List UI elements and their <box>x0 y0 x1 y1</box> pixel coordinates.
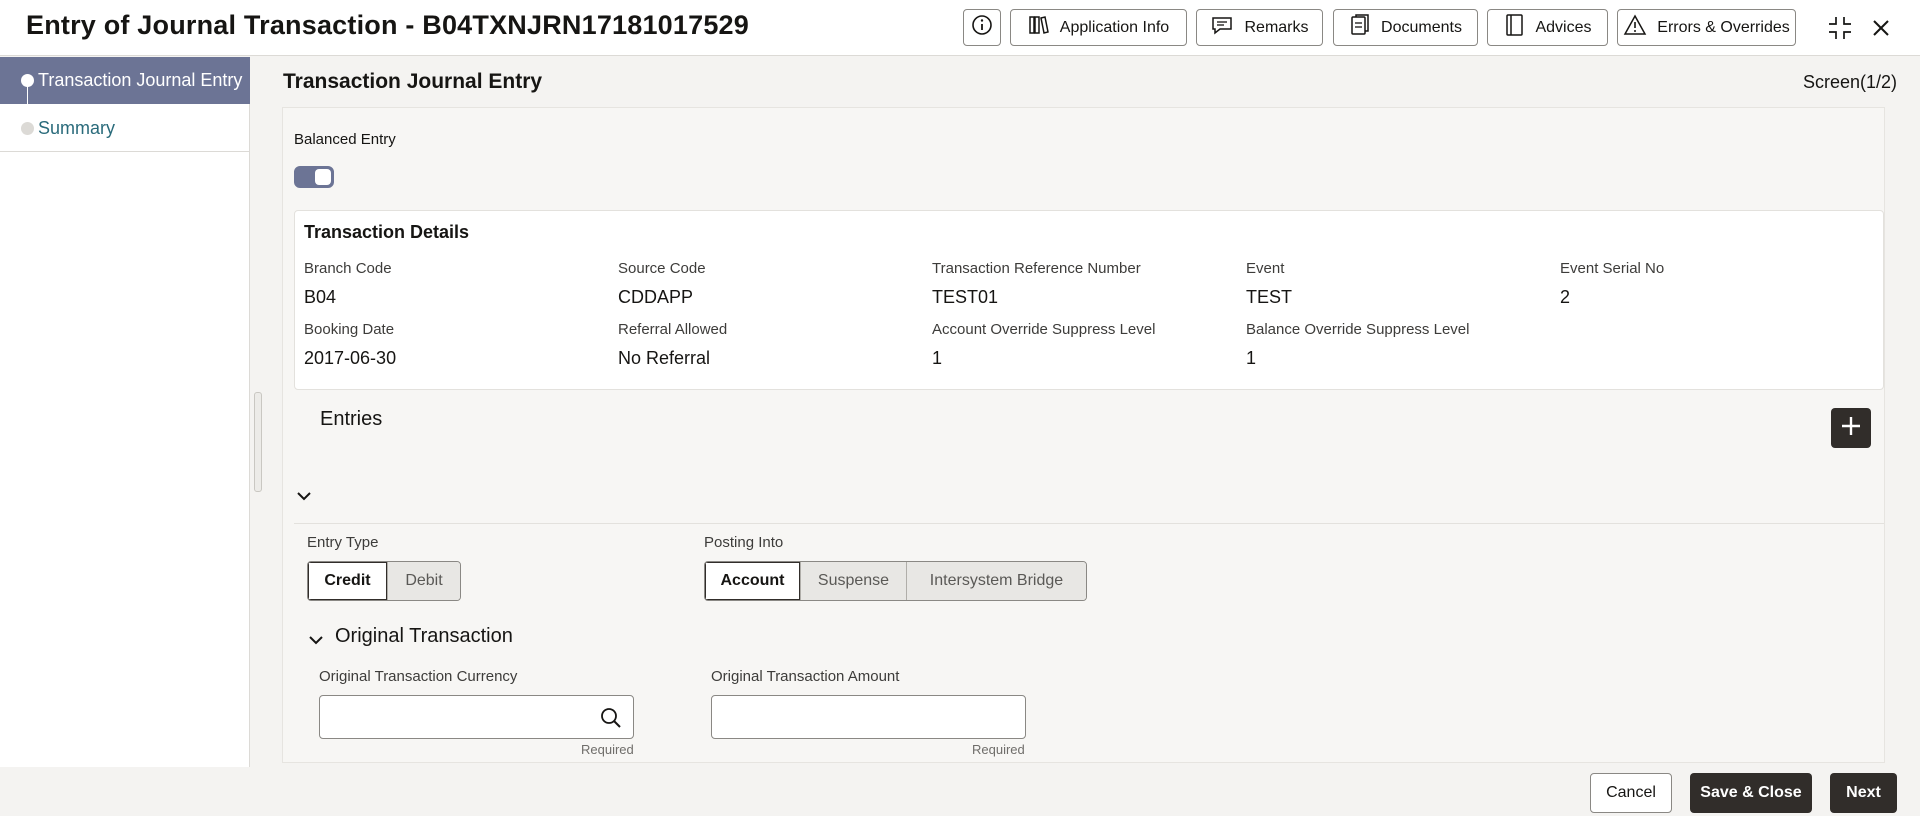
page-header: Entry of Journal Transaction - B04TXNJRN… <box>0 0 1920 56</box>
section-title: Transaction Journal Entry <box>283 70 543 93</box>
entry-divider <box>294 523 1884 524</box>
sidebar-resize-handle[interactable] <box>254 392 262 492</box>
step-transaction-journal-entry[interactable]: Transaction Journal Entry <box>0 57 250 104</box>
cancel-button[interactable]: Cancel <box>1590 773 1672 813</box>
branch-code-label: Branch Code <box>304 260 392 277</box>
original-currency-label: Original Transaction Currency <box>319 668 518 685</box>
chevron-down-icon[interactable] <box>306 630 326 655</box>
advices-icon <box>1503 13 1525 42</box>
event-serial-value: 2 <box>1560 287 1571 307</box>
account-override-value: 1 <box>932 348 943 368</box>
step-summary[interactable]: Summary <box>0 105 250 152</box>
event-value: TEST <box>1246 287 1293 307</box>
original-transaction-title: Original Transaction <box>335 625 513 647</box>
collapse-icon[interactable] <box>1824 12 1856 44</box>
screen-indicator: Screen(1/2) <box>1802 72 1897 92</box>
referral-allowed-label: Referral Allowed <box>618 321 728 338</box>
original-currency-input[interactable] <box>319 695 634 739</box>
currency-required-hint: Required <box>581 742 634 757</box>
posting-into-account[interactable]: Account <box>705 562 800 600</box>
entry-type-selector: Credit Debit <box>307 561 461 601</box>
advices-label: Advices <box>1535 18 1592 36</box>
page-title: Entry of Journal Transaction - B04TXNJRN… <box>26 10 749 40</box>
posting-into-label: Posting Into <box>704 534 784 551</box>
documents-label: Documents <box>1381 18 1462 36</box>
info-button[interactable] <box>963 9 1001 46</box>
book-icon <box>1028 14 1050 41</box>
branch-code-value: B04 <box>304 287 337 307</box>
warning-icon <box>1623 14 1647 41</box>
referral-allowed-value: No Referral <box>618 348 711 368</box>
documents-button[interactable]: Documents <box>1333 9 1478 46</box>
search-icon[interactable] <box>599 706 623 735</box>
balance-override-value: 1 <box>1246 348 1257 368</box>
errors-overrides-label: Errors & Overrides <box>1657 18 1790 36</box>
application-info-label: Application Info <box>1059 18 1170 36</box>
booking-date-label: Booking Date <box>304 321 395 338</box>
transaction-details-title: Transaction Details <box>304 222 470 242</box>
source-code-value: CDDAPP <box>618 287 694 307</box>
entry-type-label: Entry Type <box>307 534 379 551</box>
original-amount-input[interactable] <box>711 695 1026 739</box>
step-pending-dot <box>21 121 34 135</box>
advices-button[interactable]: Advices <box>1487 9 1608 46</box>
balanced-entry-label: Balanced Entry <box>294 131 396 148</box>
main-content-panel <box>282 107 1885 763</box>
next-button[interactable]: Next <box>1830 773 1897 813</box>
application-info-button[interactable]: Application Info <box>1010 9 1187 46</box>
entry-type-credit[interactable]: Credit <box>308 562 387 600</box>
posting-into-selector: Account Suspense Intersystem Bridge <box>704 561 1087 601</box>
plus-icon <box>1839 414 1863 443</box>
chat-icon <box>1210 14 1234 41</box>
posting-into-intersystem-bridge[interactable]: Intersystem Bridge <box>906 562 1086 600</box>
remarks-label: Remarks <box>1244 18 1309 36</box>
save-close-button[interactable]: Save & Close <box>1690 773 1812 813</box>
entries-title: Entries <box>320 408 383 430</box>
posting-into-suspense[interactable]: Suspense <box>800 562 906 600</box>
chevron-down-icon[interactable] <box>294 486 314 511</box>
original-amount-label: Original Transaction Amount <box>711 668 900 685</box>
amount-required-hint: Required <box>972 742 1025 757</box>
source-code-label: Source Code <box>618 260 706 277</box>
remarks-button[interactable]: Remarks <box>1196 9 1323 46</box>
documents-icon <box>1349 13 1371 42</box>
transaction-details-card <box>294 210 1884 390</box>
close-icon[interactable] <box>1865 12 1897 44</box>
entry-type-debit[interactable]: Debit <box>387 562 460 600</box>
event-label: Event <box>1246 260 1285 277</box>
balanced-entry-toggle[interactable] <box>294 166 334 188</box>
step-sidebar: Transaction Journal Entry Summary <box>0 57 250 767</box>
booking-date-value: 2017-06-30 <box>304 348 397 368</box>
step-label: Transaction Journal Entry <box>38 70 243 90</box>
info-icon <box>971 14 993 41</box>
account-override-label: Account Override Suppress Level <box>932 321 1156 338</box>
balance-override-label: Balance Override Suppress Level <box>1246 321 1470 338</box>
transaction-reference-value: TEST01 <box>932 287 999 307</box>
errors-overrides-button[interactable]: Errors & Overrides <box>1617 9 1796 46</box>
step-label: Summary <box>38 117 116 138</box>
add-entry-button[interactable] <box>1831 408 1871 448</box>
toggle-knob <box>315 169 331 185</box>
event-serial-label: Event Serial No <box>1560 260 1665 277</box>
transaction-reference-label: Transaction Reference Number <box>932 260 1141 277</box>
